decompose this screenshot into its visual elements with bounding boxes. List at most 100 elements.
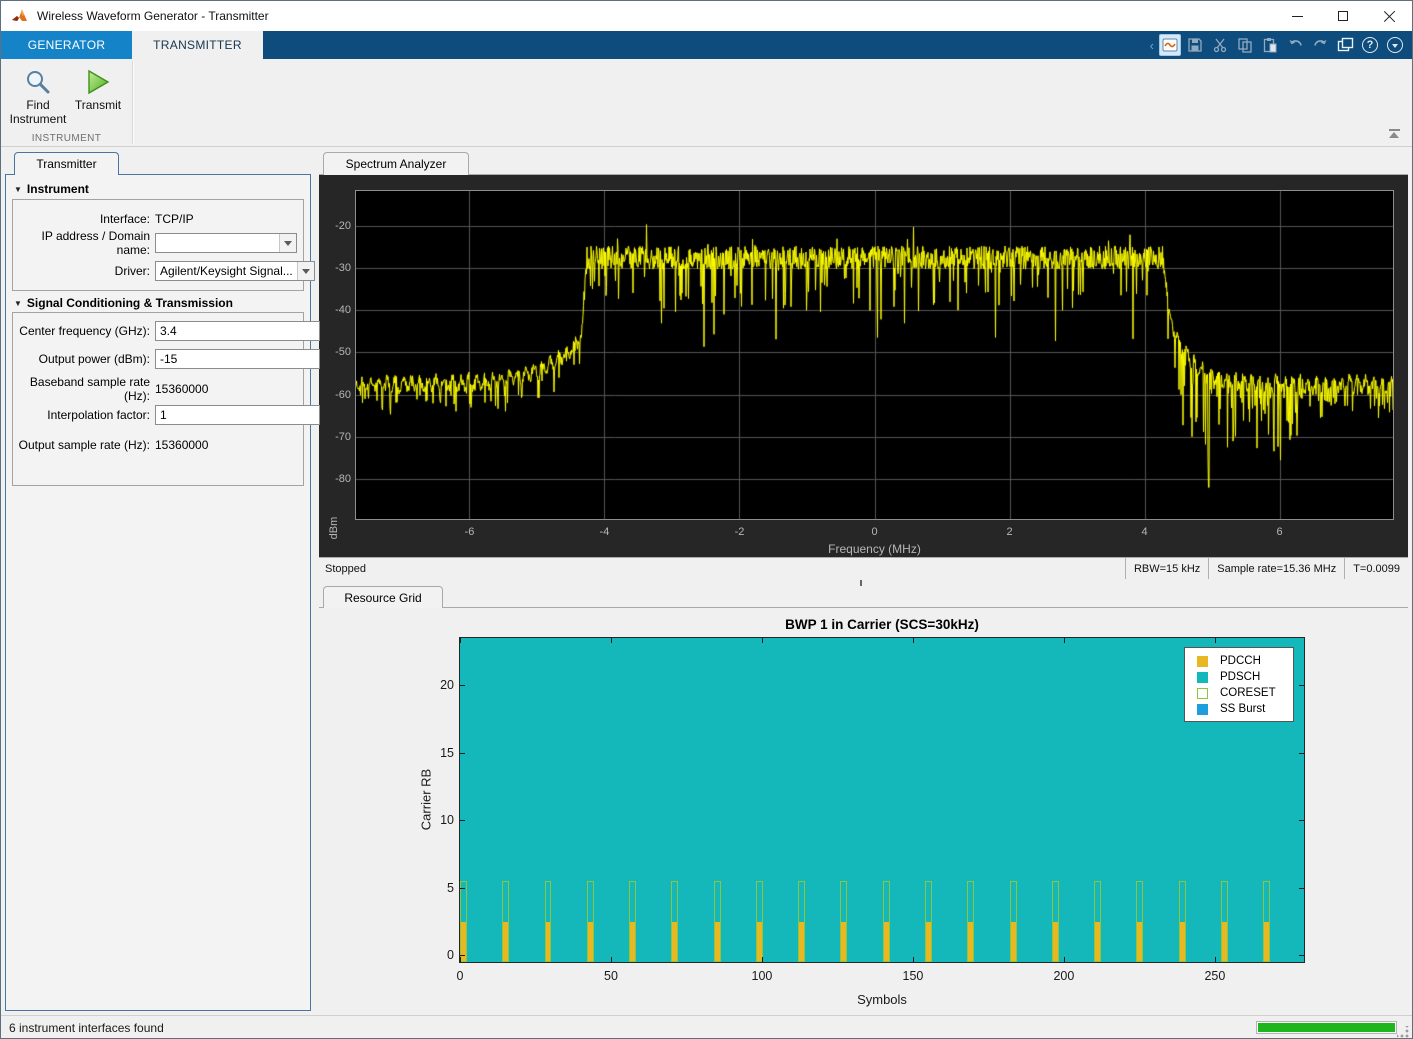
pdcch-region [884, 922, 889, 961]
center-frequency-input[interactable] [155, 321, 320, 341]
axis-tick [460, 957, 461, 962]
window-controls [1274, 1, 1412, 31]
save-glyph [1187, 37, 1203, 53]
save-icon[interactable] [1184, 34, 1206, 56]
legend-label: PDSCH [1220, 671, 1260, 683]
spectrum-y-tick-label: -30 [319, 262, 351, 274]
axis-tick [460, 753, 465, 754]
coreset-region [967, 881, 974, 962]
spectrum-y-tick-label: -60 [319, 389, 351, 401]
resource-y-tick-label: 5 [418, 881, 454, 895]
ip-address-dropdown-button[interactable] [279, 234, 296, 252]
minimize-button[interactable] [1274, 1, 1320, 31]
paste-icon[interactable] [1259, 34, 1281, 56]
window-resize-grip[interactable] [1397, 1026, 1409, 1038]
progress-bar [1256, 1021, 1397, 1034]
coreset-region [883, 881, 890, 962]
resource-y-tick-label: 0 [418, 948, 454, 962]
signal-section-title: Signal Conditioning & Transmission [27, 296, 233, 310]
axis-tick [1215, 638, 1216, 643]
copy-icon[interactable] [1234, 34, 1256, 56]
transmitter-settings-panel: Transmitter ▼ Instrument Interface: TCP/… [5, 151, 311, 1011]
axis-tick [762, 638, 763, 643]
driver-combobox[interactable]: Agilent/Keysight Signal... [155, 261, 315, 281]
axis-tick [1215, 957, 1216, 962]
axis-tick [1299, 888, 1304, 889]
paste-glyph [1262, 37, 1278, 53]
spectrum-x-tick-label: -6 [449, 526, 489, 538]
tab-resource-grid[interactable]: Resource Grid [323, 586, 443, 608]
more-options-icon[interactable] [1384, 34, 1406, 56]
signal-section-header[interactable]: ▼ Signal Conditioning & Transmission [14, 296, 233, 310]
resource-x-tick-label: 250 [1195, 969, 1235, 983]
spectrum-analyzer-display: dBm -20-30-40-50-60-70-80 -6-4-20246 Fre… [319, 175, 1408, 557]
redo-glyph [1312, 37, 1329, 53]
pdcch-region [841, 922, 846, 961]
resource-grid-title: BWP 1 in Carrier (SCS=30kHz) [460, 617, 1304, 632]
copy-glyph [1237, 37, 1253, 53]
spectrum-y-tick-label: -20 [319, 220, 351, 232]
spectrum-y-tick-label: -80 [319, 473, 351, 485]
baseband-sample-rate-label: Baseband sample rate (Hz): [15, 375, 155, 403]
help-icon[interactable]: ? [1359, 34, 1381, 56]
transmit-button-label: Transmit [75, 98, 121, 112]
tab-transmitter-panel[interactable]: Transmitter [14, 152, 119, 175]
axis-tick [611, 957, 612, 962]
spectrum-x-tick-label: 2 [990, 526, 1030, 538]
spectrum-x-tick-label: 6 [1260, 526, 1300, 538]
plot-new-icon[interactable] [1159, 34, 1181, 56]
panel-splitter-handle[interactable] [860, 580, 862, 586]
instrument-section: Find Instrument Transmit INSTRUMENT [1, 59, 132, 146]
ip-address-combobox[interactable] [155, 233, 297, 253]
redo-icon[interactable] [1309, 34, 1331, 56]
window-layout-icon[interactable] [1334, 34, 1356, 56]
output-power-input[interactable] [155, 349, 320, 369]
interface-label: Interface: [15, 212, 155, 226]
undo-icon[interactable] [1284, 34, 1306, 56]
ribbon-separator [132, 61, 133, 144]
pdcch-region [1011, 922, 1016, 961]
find-instrument-button[interactable]: Find Instrument [9, 63, 67, 131]
driver-dropdown-button[interactable] [297, 262, 314, 280]
axis-tick [460, 955, 465, 956]
pdcch-region [757, 922, 762, 961]
tab-generator[interactable]: GENERATOR [1, 31, 132, 59]
collapse-ribbon-button[interactable] [1386, 129, 1402, 142]
interpolation-factor-input[interactable] [155, 405, 320, 425]
pdcch-region [1180, 922, 1185, 961]
close-button[interactable] [1366, 1, 1412, 31]
undo-glyph [1287, 37, 1304, 53]
title-bar: Wireless Waveform Generator - Transmitte… [1, 1, 1412, 31]
axis-tick [460, 685, 465, 686]
axis-tick [1299, 955, 1304, 956]
resource-tab-strip-line [319, 607, 1408, 608]
tab-transmitter[interactable]: TRANSMITTER [132, 31, 263, 59]
maximize-button[interactable] [1320, 1, 1366, 31]
pdcch-region [968, 922, 973, 961]
output-power-label: Output power (dBm): [15, 352, 155, 366]
status-message: 6 instrument interfaces found [9, 1016, 164, 1039]
minimize-icon [1292, 16, 1303, 17]
chevron-left-icon[interactable]: ‹ [1150, 38, 1154, 53]
tab-spectrum-analyzer[interactable]: Spectrum Analyzer [323, 152, 469, 175]
axis-tick [1299, 685, 1304, 686]
coreset-region [1263, 881, 1270, 962]
window-title: Wireless Waveform Generator - Transmitte… [37, 9, 269, 23]
quick-access-toolbar: ‹ [1150, 31, 1406, 59]
driver-value: Agilent/Keysight Signal... [156, 264, 297, 278]
output-sample-rate-value: 15360000 [155, 438, 208, 452]
collapse-ribbon-arrow-icon [1389, 132, 1399, 138]
pdcch-region [1095, 922, 1100, 961]
transmit-button[interactable]: Transmit [69, 63, 127, 131]
instrument-section-header[interactable]: ▼ Instrument [14, 182, 89, 196]
resource-y-tick-label: 15 [418, 746, 454, 760]
coreset-region [798, 881, 805, 962]
spectrum-axes [355, 190, 1394, 520]
coreset-region [671, 881, 678, 962]
legend-label: PDCCH [1220, 655, 1261, 667]
maximize-icon [1338, 11, 1348, 21]
cut-icon[interactable] [1209, 34, 1231, 56]
find-instrument-icon [24, 66, 52, 98]
coreset-region [1136, 881, 1143, 962]
spectrum-y-tick-label: -70 [319, 431, 351, 443]
